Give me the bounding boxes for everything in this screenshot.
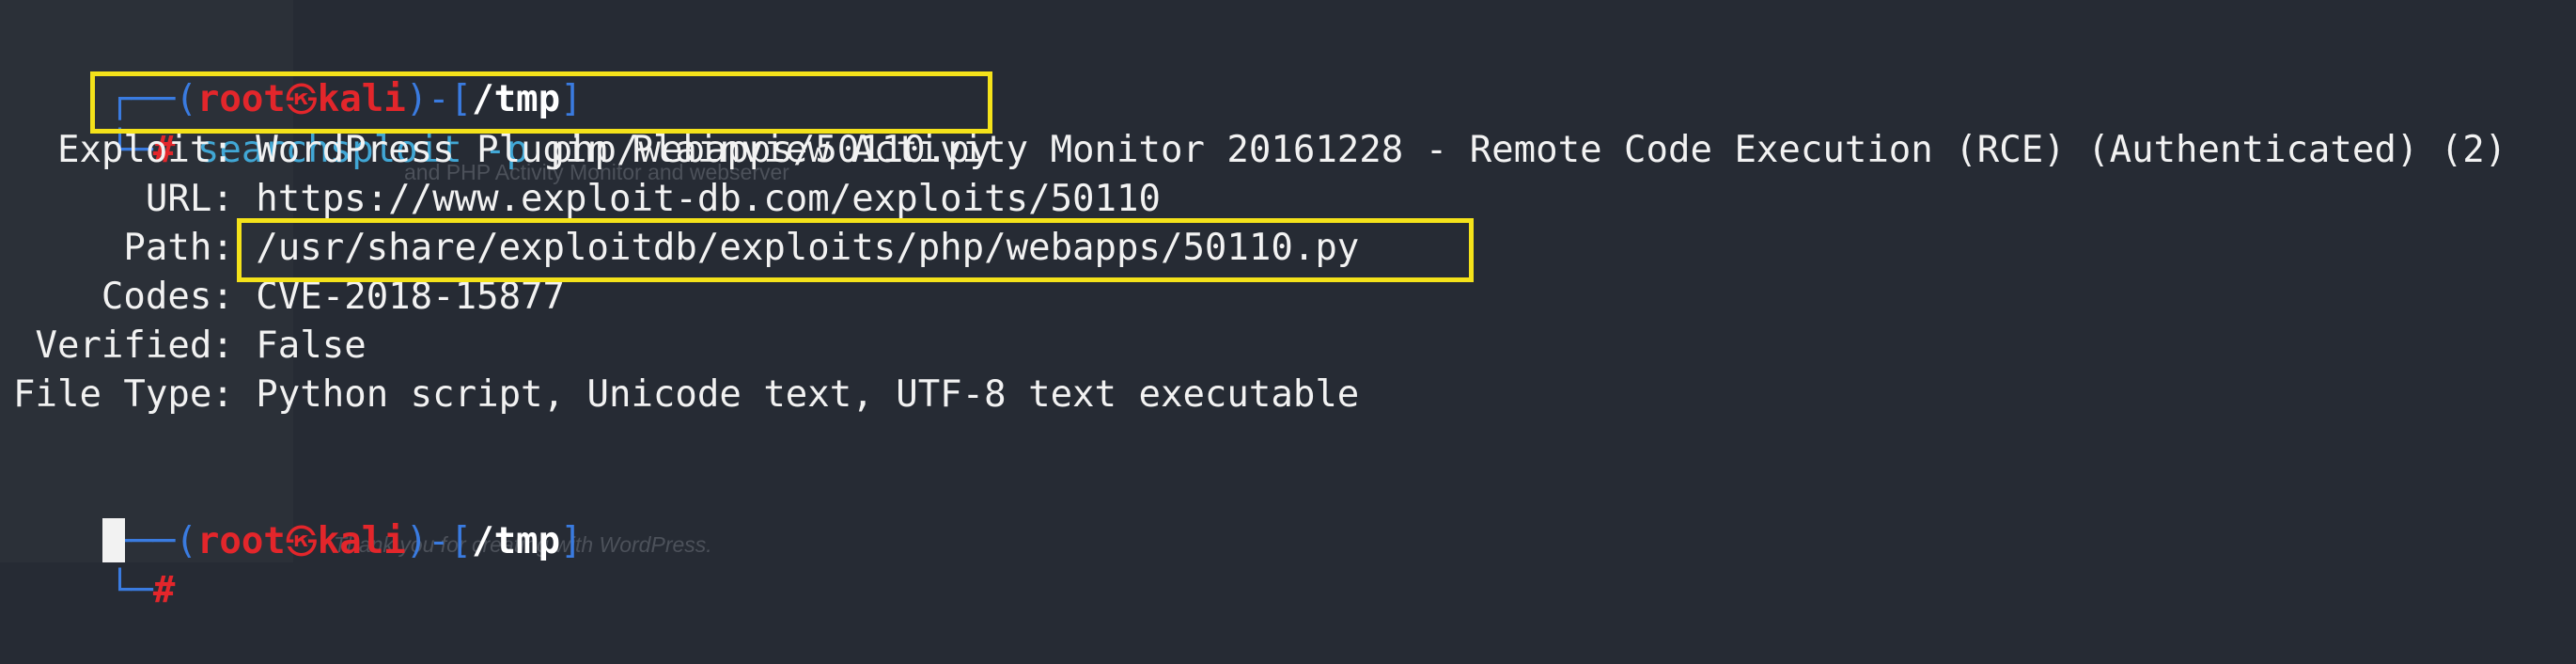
prompt-symbol: # [152, 569, 176, 611]
command-highlight-box [90, 71, 992, 134]
output-key: Verified: [13, 324, 234, 367]
prompt-header-2: ┌──(root㉿kali)-[/tmp] [21, 468, 583, 562]
output-verified: Verified: False [13, 322, 367, 371]
prompt-separator: )-[ [405, 520, 473, 562]
terminal-window[interactable]: ┌──(root㉿kali)-[/tmp] └─# searchsploit -… [0, 0, 2576, 611]
path-highlight-box [237, 218, 1474, 282]
prompt-cwd: /tmp [472, 520, 561, 562]
output-key: URL: [13, 178, 234, 220]
output-value: False [233, 324, 367, 367]
input-line[interactable]: └─# [21, 517, 175, 611]
output-filetype: File Type: Python script, Unicode text, … [13, 371, 1359, 419]
text-cursor[interactable] [102, 518, 125, 562]
prompt-header-1: ┌──(root㉿kali)-[/tmp] [21, 26, 583, 120]
output-url: URL: https://www.exploit-db.com/exploits… [13, 175, 1161, 224]
output-key: Exploit: [13, 129, 234, 171]
output-key: Path: [13, 227, 234, 269]
prompt-open-paren: ( [175, 520, 197, 562]
output-key: Codes: [13, 276, 234, 318]
skull-icon: ㉿ [285, 524, 318, 561]
output-key: File Type: [13, 373, 234, 416]
output-value: https://www.exploit-db.com/exploits/5011… [233, 178, 1161, 220]
prompt-close-bracket: ] [560, 520, 583, 562]
output-value: Python script, Unicode text, UTF-8 text … [233, 373, 1360, 416]
prompt-host: kali [317, 520, 406, 562]
prompt-corner-bottom: └─ [108, 569, 153, 611]
prompt-user: root [196, 520, 286, 562]
output-value: WordPress Plugin Plainview Activity Moni… [233, 129, 2507, 171]
